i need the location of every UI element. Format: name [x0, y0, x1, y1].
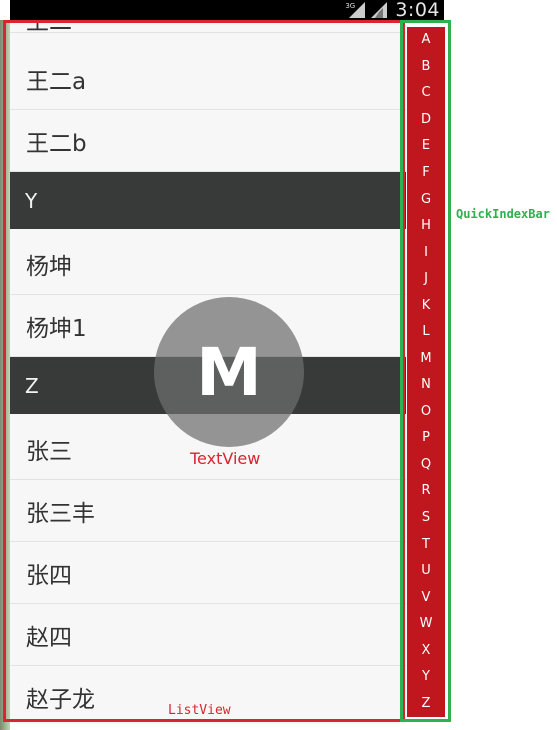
left-edge-strip [0, 20, 10, 730]
list-item[interactable]: 王二a [10, 48, 406, 110]
index-letter-b[interactable]: B [407, 59, 445, 75]
index-letter-m[interactable]: M [407, 351, 445, 367]
index-letter-c[interactable]: C [407, 85, 445, 101]
index-letter-y[interactable]: Y [407, 669, 445, 685]
index-bubble-letter: M [196, 333, 262, 411]
signal-icon: 3G [345, 2, 366, 18]
status-clock: 3:04 [395, 0, 440, 21]
index-letter-z[interactable]: Z [407, 696, 445, 712]
index-letter-t[interactable]: T [407, 537, 445, 553]
quick-index-bar[interactable]: ABCDEFGHIJKLMNOPQRSTUVWXYZ [407, 27, 445, 717]
list-item-label: 王二b [26, 130, 87, 157]
index-letter-a[interactable]: A [407, 32, 445, 48]
list-item[interactable]: 杨坤 [10, 233, 406, 295]
index-letter-n[interactable]: N [407, 377, 445, 393]
index-letter-r[interactable]: R [407, 483, 445, 499]
list-item-label: 张三 [26, 438, 72, 465]
index-letter-s[interactable]: S [407, 510, 445, 526]
list-item-label: 张四 [26, 562, 72, 589]
list-item-label: 杨坤1 [26, 315, 87, 342]
index-letter-j[interactable]: J [407, 271, 445, 287]
signal-strength-icon [371, 2, 389, 18]
index-letter-p[interactable]: P [407, 430, 445, 446]
list-item-label: 王二a [26, 68, 87, 95]
list-item-label: 张三丰 [26, 500, 95, 527]
section-header-label: Z [25, 373, 39, 398]
list-item-label: 赵四 [26, 624, 72, 651]
list-item-label: 赵子龙 [26, 686, 95, 713]
listview-annotation-label: ListView [168, 703, 231, 718]
list-item-partial[interactable]: 王二 [10, 20, 406, 35]
index-letter-v[interactable]: V [407, 590, 445, 606]
index-letter-o[interactable]: O [407, 404, 445, 420]
textview-annotation-label: TextView [190, 449, 261, 468]
index-letter-x[interactable]: X [407, 643, 445, 659]
list-item[interactable]: 张三丰 [10, 480, 406, 542]
index-letter-e[interactable]: E [407, 138, 445, 154]
network-type-label: 3G [345, 2, 356, 10]
index-letter-h[interactable]: H [407, 218, 445, 234]
quickindexbar-annotation-label: QuickIndexBar [456, 207, 550, 221]
index-letter-q[interactable]: Q [407, 457, 445, 473]
index-letter-f[interactable]: F [407, 165, 445, 181]
index-letter-i[interactable]: I [407, 245, 445, 261]
index-letter-l[interactable]: L [407, 324, 445, 340]
list-item-label: 杨坤 [26, 253, 72, 280]
index-letter-w[interactable]: W [407, 616, 445, 632]
status-bar: 3G 3:04 [10, 0, 444, 21]
index-letter-d[interactable]: D [407, 112, 445, 128]
list-item[interactable]: 张四 [10, 542, 406, 604]
status-icons: 3G 3:04 [345, 0, 440, 21]
index-letter-g[interactable]: G [407, 192, 445, 208]
list-item[interactable]: 赵四 [10, 604, 406, 666]
list-item-label: 王二 [26, 20, 72, 35]
index-letter-u[interactable]: U [407, 563, 445, 579]
section-header: Y [10, 172, 406, 229]
index-letter-k[interactable]: K [407, 298, 445, 314]
section-header-label: Y [25, 188, 38, 213]
list-item[interactable]: 王二b [10, 110, 406, 172]
index-bubble: M [154, 297, 304, 447]
